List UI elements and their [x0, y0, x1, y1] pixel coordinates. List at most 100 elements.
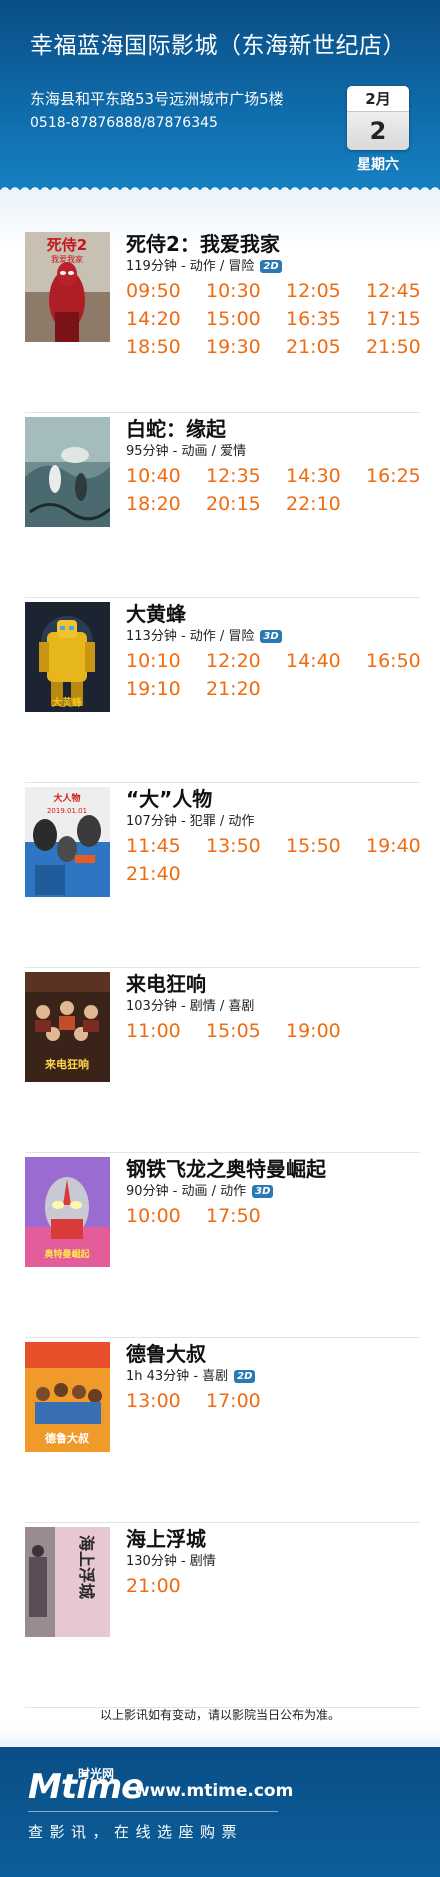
showtime[interactable]: 15:00 [206, 308, 286, 330]
showtime[interactable]: 13:00 [126, 1390, 206, 1412]
film-meta: 90分钟 - 动画 / 动作 3D [126, 1180, 274, 1199]
poster-kill-mobile[interactable]: 来电狂响 [25, 972, 110, 1082]
showtime[interactable]: 13:50 [206, 835, 286, 857]
showtime[interactable]: 10:10 [126, 650, 206, 672]
format-badge-3d: 3D [260, 630, 282, 643]
film-meta: 1h 43分钟 - 喜剧 2D [126, 1365, 256, 1384]
film-item[interactable]: 奥特曼崛起 钢铁飞龙之奥特曼崛起 90分钟 - 动画 / 动作 3D 10:00 1… [0, 1153, 440, 1338]
logo-chinese: 时光网 [78, 1767, 115, 1781]
film-list: 死侍2 我爱我家 死侍2：我爱我家 119分钟 - 动作 / 冒险 2D 09:5… [0, 228, 440, 1708]
showtime[interactable]: 16:25 [366, 465, 440, 487]
film-meta: 95分钟 - 动画 / 爱情 [126, 440, 246, 459]
film-item[interactable]: 来电狂响 来电狂响 103分钟 - 剧情 / 喜剧 11:00 15:05 19:0… [0, 968, 440, 1153]
poster-title: 来电狂响 [44, 1057, 89, 1071]
poster-deadpool2[interactable]: 死侍2 我爱我家 [25, 232, 110, 342]
poster-ultraman[interactable]: 奥特曼崛起 [25, 1157, 110, 1267]
film-title[interactable]: 德鲁大叔 [126, 1338, 206, 1367]
film-item[interactable]: 德鲁大叔 德鲁大叔 1h 43分钟 - 喜剧 2D 13:00 17:00 [0, 1338, 440, 1523]
film-meta-text: 119分钟 - 动作 / 冒险 [126, 259, 255, 274]
footer-edge [0, 1741, 440, 1751]
showtime[interactable]: 19:30 [206, 336, 286, 358]
showtime[interactable]: 21:00 [126, 1575, 206, 1597]
showtime[interactable]: 16:50 [366, 650, 440, 672]
poster-uncle-drew[interactable]: 德鲁大叔 [25, 1342, 110, 1452]
showtimes: 11:00 15:05 19:00 [126, 1020, 426, 1042]
showtimes: 21:00 [126, 1575, 426, 1597]
footer-slogan: 查影讯，在线选座购票 [28, 1823, 244, 1841]
poster-title: 大人物 [53, 792, 80, 804]
calendar-month: 2月 [347, 86, 409, 112]
showtime[interactable]: 16:35 [286, 308, 366, 330]
film-title[interactable]: 海上浮城 [126, 1523, 206, 1552]
poster-big-shot[interactable]: 大人物 2019.01.01 [25, 787, 110, 897]
page-footer: Mtime 时光网 www.mtime.com 查影讯，在线选座购票 [0, 1747, 440, 1877]
showtime[interactable]: 12:45 [366, 280, 440, 302]
film-meta-text: 1h 43分钟 - 喜剧 [126, 1369, 229, 1384]
showtime[interactable]: 12:35 [206, 465, 286, 487]
showtime[interactable]: 15:50 [286, 835, 366, 857]
showtime[interactable]: 21:40 [126, 863, 206, 885]
showtime[interactable]: 12:05 [286, 280, 366, 302]
film-meta: 107分钟 - 犯罪 / 动作 [126, 810, 254, 829]
showtime[interactable]: 20:15 [206, 493, 286, 515]
showtime[interactable]: 17:50 [206, 1205, 286, 1227]
film-item[interactable]: 大黄蜂 大黄蜂 113分钟 - 动作 / 冒险 3D 10:10 12:20 14:4… [0, 598, 440, 783]
showtime[interactable]: 17:00 [206, 1390, 286, 1412]
showtime[interactable]: 10:30 [206, 280, 286, 302]
film-title[interactable]: “大”人物 [126, 783, 212, 812]
showtime[interactable]: 14:40 [286, 650, 366, 672]
film-title[interactable]: 大黄蜂 [126, 598, 186, 627]
cinema-address: 东海县和平东路53号远洲城市广场5楼 [30, 90, 284, 108]
showtime[interactable]: 21:50 [366, 336, 440, 358]
showtime[interactable]: 15:05 [206, 1020, 286, 1042]
showtimes: 13:00 17:00 [126, 1390, 426, 1412]
film-item[interactable]: 大人物 2019.01.01 “大”人物 107分钟 - 犯罪 / 动作 11:… [0, 783, 440, 968]
film-item[interactable]: 海上浮城 海上浮城 130分钟 - 剧情 21:00 [0, 1523, 440, 1708]
showtime[interactable]: 18:50 [126, 336, 206, 358]
film-title[interactable]: 白蛇：缘起 [126, 413, 226, 442]
film-item[interactable]: 死侍2 我爱我家 死侍2：我爱我家 119分钟 - 动作 / 冒险 2D 09:5… [0, 228, 440, 413]
film-meta-text: 90分钟 - 动画 / 动作 [126, 1184, 247, 1199]
film-meta-text: 113分钟 - 动作 / 冒险 [126, 629, 255, 644]
film-title[interactable]: 来电狂响 [126, 968, 206, 997]
showtime[interactable]: 19:10 [126, 678, 206, 700]
showtimes: 10:10 12:20 14:40 16:50 19:10 21:20 [126, 650, 426, 700]
film-title[interactable]: 钢铁飞龙之奥特曼崛起 [126, 1153, 326, 1182]
showtime[interactable]: 12:20 [206, 650, 286, 672]
showtimes: 09:50 10:30 12:05 12:45 14:20 15:00 16:35 17:15… [126, 280, 426, 358]
film-title[interactable]: 死侍2：我爱我家 [126, 228, 280, 257]
showtime[interactable]: 17:15 [366, 308, 440, 330]
showtime[interactable]: 11:45 [126, 835, 206, 857]
poster-floating-city[interactable]: 海上浮城 [25, 1527, 110, 1637]
showtime[interactable]: 21:05 [286, 336, 366, 358]
film-meta: 113分钟 - 动作 / 冒险 3D [126, 625, 282, 644]
showtime[interactable]: 10:00 [126, 1205, 206, 1227]
film-item[interactable]: 白蛇：缘起 95分钟 - 动画 / 爱情 10:40 12:35 14:30 16:2… [0, 413, 440, 598]
format-badge-2d: 2D [234, 1370, 256, 1383]
format-badge-2d: 2D [260, 260, 282, 273]
showtimes: 10:40 12:35 14:30 16:25 18:20 20:15 22:10 [126, 465, 426, 515]
showtime[interactable]: 19:40 [366, 835, 440, 857]
calendar-day: 2 [347, 112, 409, 150]
site-url-link[interactable]: www.mtime.com [134, 1781, 293, 1801]
poster-title: 死侍2 [47, 236, 87, 254]
showtime[interactable]: 11:00 [126, 1020, 206, 1042]
showtime[interactable]: 19:00 [286, 1020, 366, 1042]
showtime[interactable]: 14:30 [286, 465, 366, 487]
footer-divider [28, 1811, 278, 1812]
cinema-phone: 0518-87876888/87876345 [30, 115, 218, 131]
showtimes: 10:00 17:50 [126, 1205, 426, 1227]
showtime[interactable]: 14:20 [126, 308, 206, 330]
poster-white-snake[interactable] [25, 417, 110, 527]
film-meta: 103分钟 - 剧情 / 喜剧 [126, 995, 254, 1014]
showtime[interactable]: 22:10 [286, 493, 366, 515]
poster-title: 奥特曼崛起 [43, 1248, 90, 1260]
showtime[interactable]: 09:50 [126, 280, 206, 302]
showtime[interactable]: 18:20 [126, 493, 206, 515]
showtime[interactable]: 10:40 [126, 465, 206, 487]
poster-bumblebee[interactable]: 大黄蜂 [25, 602, 110, 712]
showtimes: 11:45 13:50 15:50 19:40 21:40 [126, 835, 426, 885]
showtime[interactable]: 21:20 [206, 678, 286, 700]
poster-subtitle: 我爱我家 [51, 254, 83, 264]
film-meta: 130分钟 - 剧情 [126, 1550, 216, 1569]
